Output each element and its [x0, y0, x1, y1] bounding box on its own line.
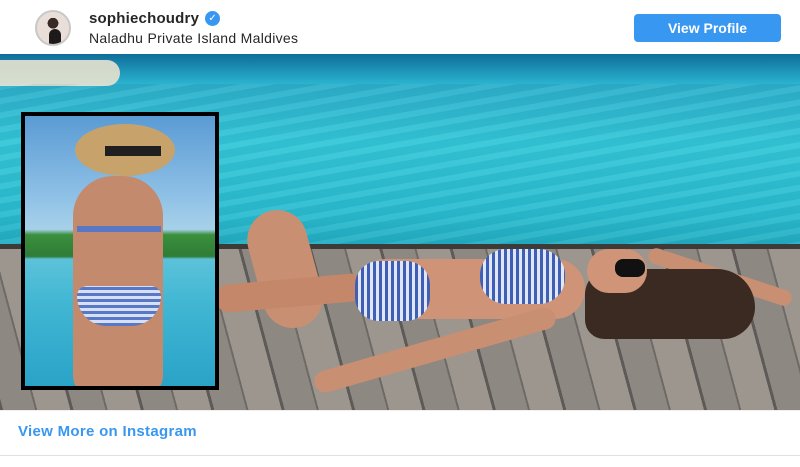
view-more-link[interactable]: View More on Instagram — [18, 423, 197, 440]
post-header: sophiechoudry ✓ Naladhu Private Island M… — [0, 0, 800, 54]
person-leg — [240, 203, 330, 335]
username[interactable]: sophiechoudry — [89, 10, 199, 27]
avatar[interactable] — [35, 10, 71, 46]
divider — [0, 455, 800, 456]
shoreline — [0, 60, 120, 86]
instagram-embed: sophiechoudry ✓ Naladhu Private Island M… — [0, 0, 800, 467]
username-row: sophiechoudry ✓ — [89, 10, 221, 27]
swimsuit-bottom — [355, 261, 430, 321]
swimsuit-top — [480, 249, 565, 304]
inset-image — [25, 116, 215, 386]
sunglasses — [615, 259, 645, 277]
view-profile-button[interactable]: View Profile — [634, 14, 781, 42]
location[interactable]: Naladhu Private Island Maldives — [89, 30, 298, 46]
verified-check-icon: ✓ — [205, 11, 221, 26]
hat-band — [105, 146, 161, 156]
sea-background — [0, 54, 800, 84]
inset-photo — [21, 112, 219, 390]
avatar-link[interactable] — [18, 10, 71, 46]
inset-swimsuit-bottom — [77, 286, 161, 326]
post-footer: View More on Instagram — [0, 410, 800, 467]
inset-swimsuit-strap — [77, 226, 161, 232]
inset-person — [73, 176, 163, 386]
post-photo[interactable] — [0, 54, 800, 410]
reclining-person — [214, 199, 795, 396]
